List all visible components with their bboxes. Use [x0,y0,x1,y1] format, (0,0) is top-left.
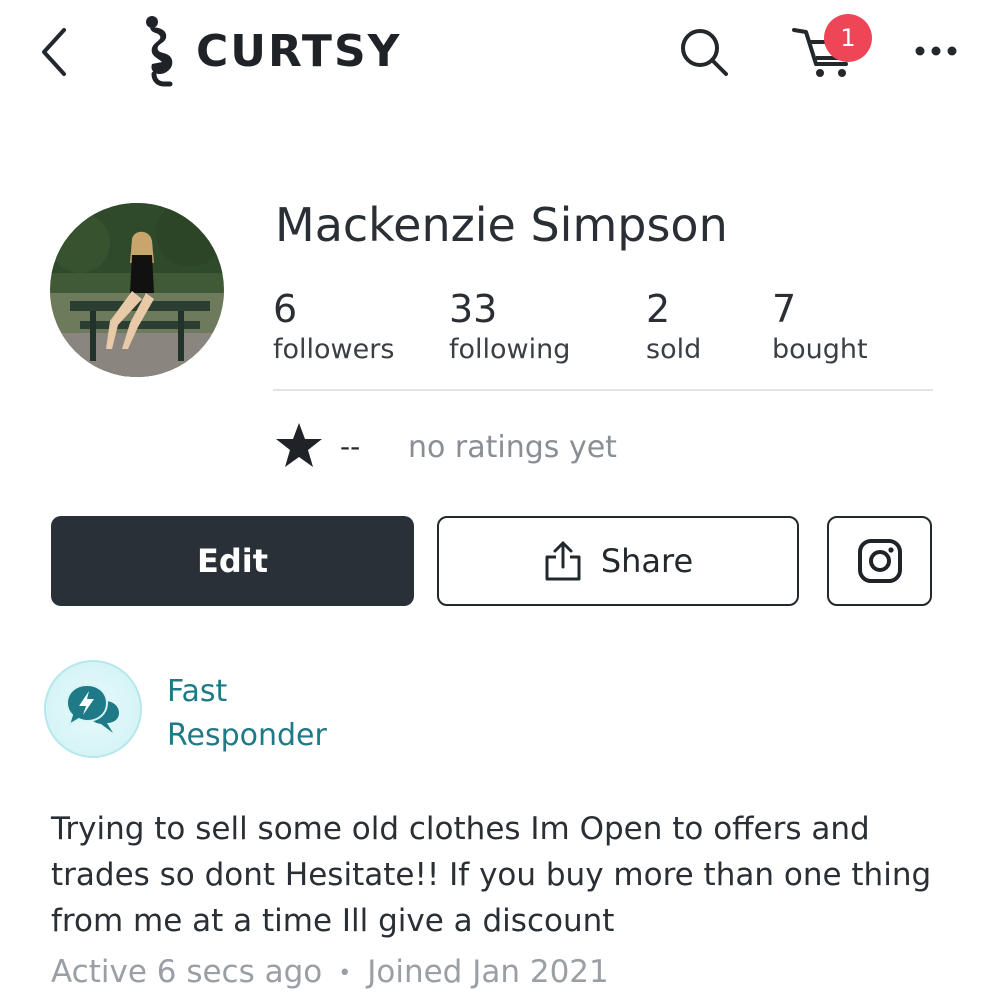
profile-page: CURTSY 1 Mackenzie Simpson 6 followers 3… [0,0,1000,1000]
cart-count-badge: 1 [824,14,872,62]
meta-separator: • [338,961,352,986]
followers-count: 6 [273,287,298,331]
search-icon [681,29,728,76]
rating-value: -- [340,430,361,463]
app-logo[interactable]: CURTSY [140,14,402,88]
search-button[interactable] [676,24,732,80]
instagram-button[interactable] [827,516,932,606]
avatar[interactable] [50,203,224,377]
fast-responder-label: Fast Responder [167,670,327,758]
joined-date: Joined Jan 2021 [367,954,609,990]
bought-count: 7 [772,287,797,331]
instagram-icon [857,539,902,583]
following-label: following [449,334,571,365]
stat-followers[interactable]: 6 followers [273,287,394,367]
following-count: 33 [449,287,498,331]
stat-bought[interactable]: 7 bought [772,287,868,367]
rating-text[interactable]: no ratings yet [408,430,617,465]
fast-responder-badge[interactable] [44,660,142,758]
share-button-label: Share [600,542,694,580]
chat-bolt-icon [65,683,119,733]
bio-text: Trying to sell some old clothes Im Open … [51,811,932,939]
profile-photo [50,203,224,377]
profile-name: Mackenzie Simpson [275,198,728,252]
share-icon [545,541,581,581]
active-status: Active 6 secs ago [51,954,323,990]
more-icon [915,46,957,56]
badge-line-1: Fast [167,674,228,709]
edit-button[interactable]: Edit [51,516,414,606]
stat-following[interactable]: 33 following [449,287,570,367]
badge-line-2: Responder [167,718,327,753]
sold-label: sold [646,334,702,365]
app-name: CURTSY [196,25,402,77]
back-button[interactable] [36,24,76,80]
followers-label: followers [273,334,395,365]
share-button[interactable]: Share [437,516,799,606]
chevron-left-icon [42,28,66,76]
edit-button-label: Edit [196,542,269,580]
curtsy-logo-icon [146,16,173,87]
star-icon [276,423,322,467]
divider [273,389,933,391]
sold-count: 2 [646,287,671,331]
bought-label: bought [772,334,868,365]
activity-meta: Active 6 secs ago • Joined Jan 2021 [51,954,609,990]
more-options-button[interactable] [906,36,966,66]
stat-sold[interactable]: 2 sold [646,287,701,367]
